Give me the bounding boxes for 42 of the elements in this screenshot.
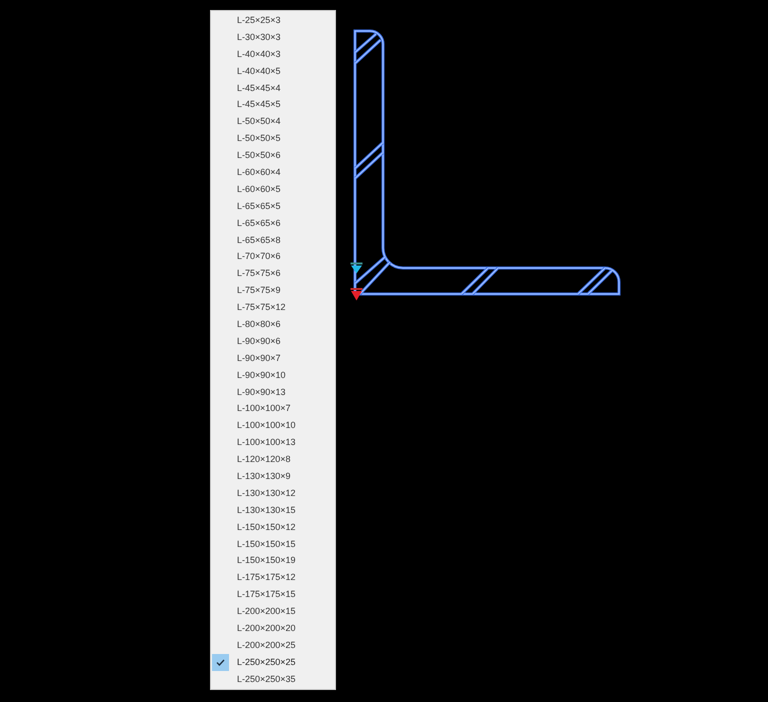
triangle-marker-icon [350,288,362,300]
menu-item[interactable]: L-65×65×5 [237,200,281,212]
menu-item[interactable]: L-75×75×12 [237,302,286,314]
menu-item[interactable]: L-150×150×15 [237,538,296,550]
menu-item[interactable]: L-50×50×6 [237,150,281,162]
menu-item[interactable]: L-70×70×6 [237,251,281,262]
menu-item[interactable]: L-250×250×35 [237,674,296,685]
menu-item[interactable]: L-40×40×5 [237,66,281,77]
menu-item[interactable]: L-250×250×25 [237,656,296,668]
menu-item[interactable]: L-130×130×12 [237,488,296,499]
menu-item[interactable]: L-45×45×4 [237,82,281,94]
menu-item[interactable]: L-130×130×15 [237,504,296,516]
menu-item[interactable]: L-150×150×12 [237,522,296,533]
menu-item[interactable]: L-130×130×9 [237,470,291,482]
menu-item[interactable]: L-175×175×12 [237,572,296,584]
menu-item[interactable]: L-65×65×6 [237,218,281,229]
menu-item[interactable]: L-50×50×5 [237,133,281,144]
menu-item[interactable]: L-120×120×8 [237,454,291,466]
menu-item[interactable]: L-90×90×10 [237,370,286,381]
menu-item[interactable]: L-200×200×15 [237,606,296,618]
menu-item[interactable]: L-65×65×8 [237,234,281,246]
menu-item[interactable]: L-90×90×13 [237,386,286,398]
menu-item[interactable]: L-175×175×15 [237,589,296,600]
triangle-marker-icon [350,262,362,274]
menu-item[interactable]: L-60×60×4 [237,166,281,178]
menu-item[interactable]: L-100×100×13 [237,437,296,448]
menu-item[interactable]: L-40×40×3 [237,48,281,60]
menu-item[interactable]: L-75×75×9 [237,285,281,296]
menu-item[interactable]: L-60×60×5 [237,184,281,195]
menu-item[interactable]: L-150×150×19 [237,555,296,566]
menu-item[interactable]: L-25×25×3 [237,14,281,26]
menu-item[interactable]: L-100×100×10 [237,420,296,432]
menu-item[interactable]: L-200×200×25 [237,640,296,651]
menu-item[interactable]: L-90×90×7 [237,352,281,364]
menu-item[interactable]: L-30×30×3 [237,32,281,43]
menu-item[interactable]: L-80×80×6 [237,318,281,330]
menu-item[interactable]: L-200×200×20 [237,623,296,634]
menu-item[interactable]: L-45×45×5 [237,99,281,110]
menu-item[interactable]: L-100×100×7 [237,403,291,414]
menu-item[interactable]: L-50×50×4 [237,116,281,128]
menu-item[interactable]: L-90×90×6 [237,336,281,347]
menu-item[interactable]: L-75×75×6 [237,268,281,280]
